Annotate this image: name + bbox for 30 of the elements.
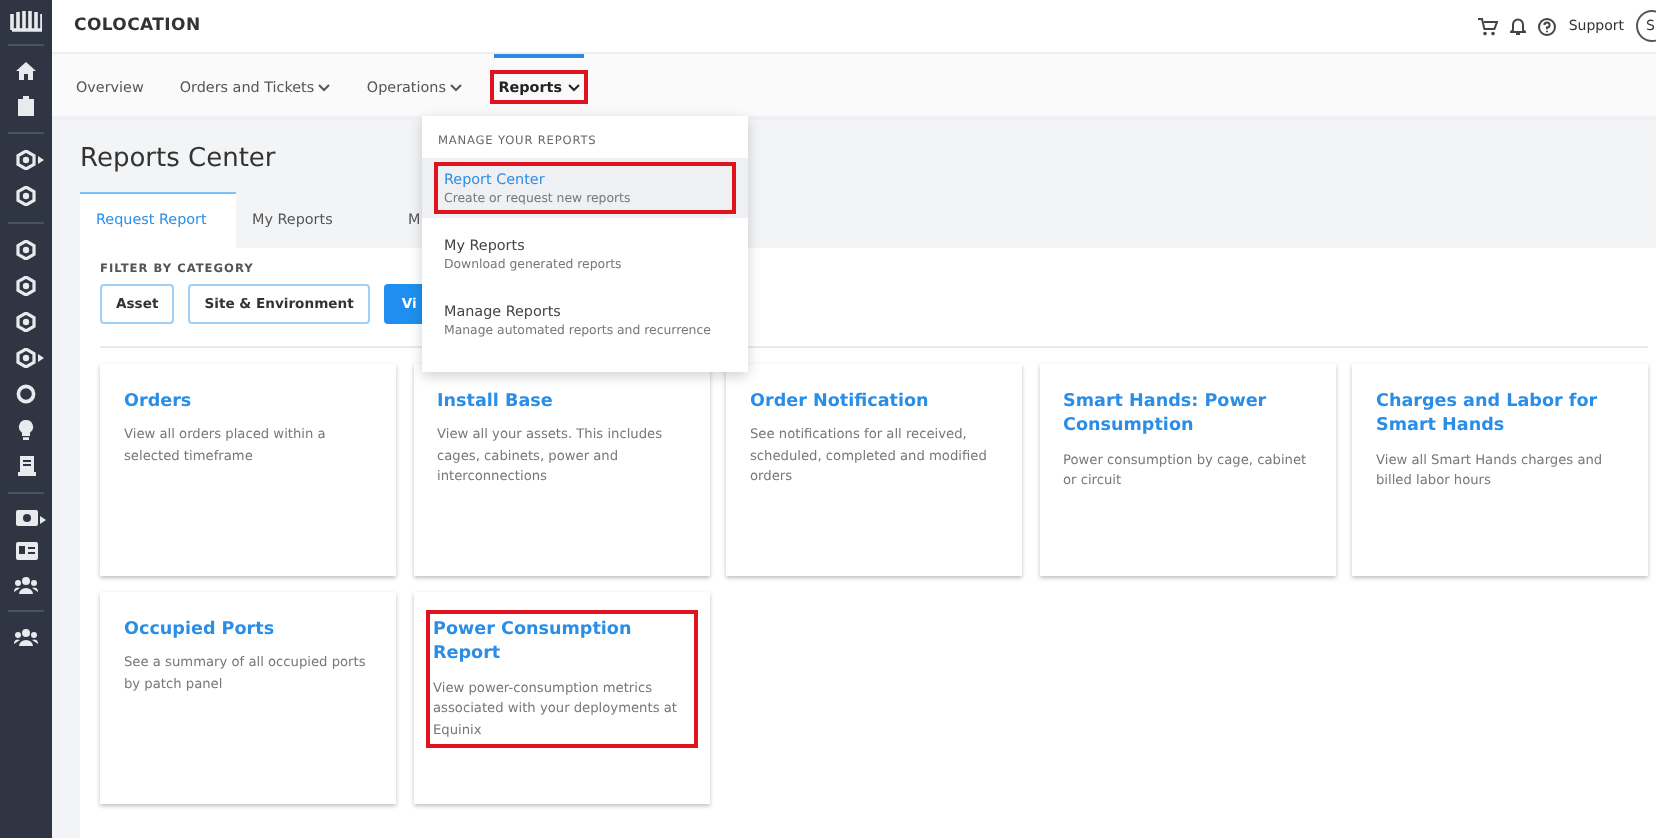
- hexagon-icon[interactable]: [16, 240, 36, 260]
- card-title[interactable]: Smart Hands: Power Consumption: [1063, 390, 1315, 440]
- cart-icon[interactable]: [1478, 17, 1499, 35]
- card-title[interactable]: Install Base: [437, 390, 553, 415]
- hexagon-icon[interactable]: [16, 348, 36, 368]
- hexagon-icon[interactable]: [16, 312, 36, 332]
- card-title[interactable]: Order Notification: [750, 390, 929, 415]
- card-title[interactable]: Orders: [124, 390, 192, 415]
- card-title[interactable]: Occupied Ports: [124, 618, 275, 643]
- people-icon[interactable]: [14, 628, 38, 646]
- monitor-icon[interactable]: [15, 510, 37, 526]
- card-title[interactable]: Charges and Labor for Smart Hands: [1376, 390, 1628, 440]
- hexagon-icon[interactable]: [16, 186, 36, 206]
- id-card-icon[interactable]: [15, 542, 37, 560]
- document-icon[interactable]: [17, 456, 35, 476]
- bell-icon[interactable]: [1510, 17, 1527, 35]
- page-title: Reports Center: [80, 144, 278, 174]
- caret-right-icon: [38, 156, 44, 164]
- help-icon[interactable]: [1538, 17, 1557, 35]
- app-title: COLOCATION: [74, 16, 203, 36]
- hexagon-icon[interactable]: [16, 150, 36, 170]
- caret-right-icon: [38, 354, 44, 362]
- logo-icon[interactable]: [10, 10, 42, 32]
- ring-icon[interactable]: [16, 384, 36, 404]
- hexagon-icon[interactable]: [16, 276, 36, 296]
- lightbulb-icon[interactable]: [18, 420, 34, 440]
- people-icon[interactable]: [14, 576, 38, 594]
- home-icon[interactable]: [16, 62, 36, 80]
- card-title[interactable]: Power Consumption Report: [433, 618, 685, 668]
- clipboard-icon[interactable]: [18, 96, 34, 116]
